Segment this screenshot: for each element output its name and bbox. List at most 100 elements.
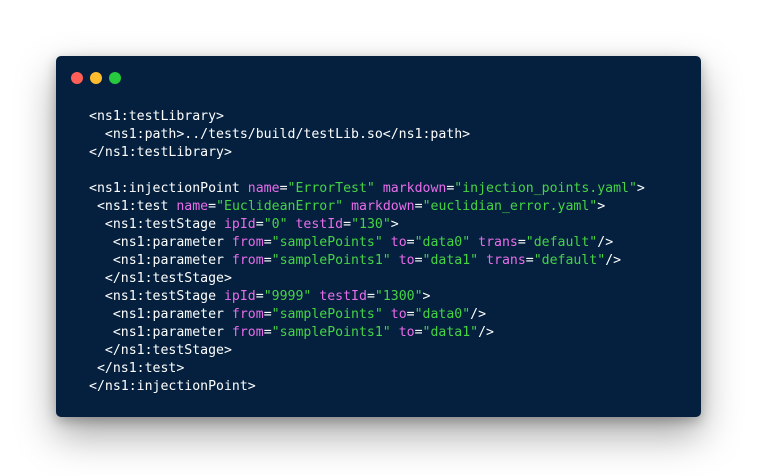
- code-line: <ns1:parameter from="samplePoints1" to="…: [89, 324, 645, 342]
- code-window: <ns1:testLibrary> <ns1:path>../tests/bui…: [56, 56, 701, 417]
- code-attribute-token: trans: [478, 235, 518, 250]
- code-tag-token: <ns1:testStage: [104, 217, 224, 232]
- code-line: <ns1:parameter from="samplePoints" to="d…: [89, 234, 645, 252]
- code-attribute-token: ipId: [223, 289, 256, 304]
- code-value-token: "ErrorTest": [287, 181, 375, 196]
- code-equals-token: =: [517, 235, 526, 250]
- code-tag-token: [383, 307, 391, 322]
- code-equals-token: =: [255, 217, 264, 232]
- code-value-token: "data1": [422, 253, 479, 268]
- code-value-token: "9999": [263, 289, 312, 304]
- code-line: </ns1:testStage>: [89, 270, 645, 288]
- code-attribute-token: testId: [319, 289, 367, 304]
- code-tag-token: </ns1:injectionPoint>: [89, 379, 256, 394]
- code-value-token: "injection_points.yaml": [454, 181, 637, 196]
- code-line: </ns1:test>: [89, 360, 645, 378]
- code-equals-token: =: [263, 235, 272, 250]
- code-tag-token: />: [597, 235, 614, 250]
- code-tag-token: <ns1:testStage: [104, 289, 224, 304]
- code-tag-token: <ns1:parameter: [112, 235, 232, 250]
- code-tag-token: <ns1:path>../tests/build/testLib.so</ns1…: [104, 127, 471, 142]
- code-attribute-token: from: [231, 307, 264, 322]
- code-value-token: "EuclideanError": [216, 199, 344, 214]
- code-attribute-token: name: [176, 199, 209, 214]
- code-equals-token: =: [255, 289, 264, 304]
- code-tag-token: <ns1:parameter: [112, 253, 232, 268]
- code-value-token: "samplePoints1": [271, 253, 391, 268]
- code-line: <ns1:testLibrary>: [89, 108, 645, 126]
- code-equals-token: =: [366, 289, 375, 304]
- code-attribute-token: markdown: [382, 181, 447, 196]
- code-value-token: "data1": [422, 325, 479, 340]
- code-tag-token: >: [636, 181, 645, 196]
- code-value-token: "0": [263, 217, 288, 232]
- code-attribute-token: name: [247, 181, 280, 196]
- code-tag-token: <ns1:injectionPoint: [89, 181, 248, 196]
- code-value-token: "default": [525, 235, 598, 250]
- code-equals-token: =: [414, 253, 423, 268]
- minimize-button[interactable]: [90, 72, 102, 84]
- code-line: </ns1:testLibrary>: [89, 144, 645, 162]
- code-attribute-token: testId: [295, 217, 344, 232]
- code-attribute-token: from: [231, 235, 264, 250]
- code-tag-token: <ns1:parameter: [112, 325, 232, 340]
- code-value-token: "samplePoints1": [271, 325, 391, 340]
- code-line: <ns1:path>../tests/build/testLib.so</ns1…: [89, 126, 645, 144]
- code-tag-token: </ns1:testStage>: [104, 271, 232, 286]
- code-equals-token: =: [279, 181, 288, 196]
- code-equals-token: =: [208, 199, 217, 214]
- code-tag-token: [391, 253, 399, 268]
- code-line: </ns1:injectionPoint>: [89, 378, 645, 396]
- code-equals-token: =: [263, 307, 272, 322]
- code-equals-token: =: [406, 307, 415, 322]
- code-attribute-token: to: [390, 307, 407, 322]
- code-tag-token: >: [422, 289, 431, 304]
- code-value-token: "euclidian_error.yaml": [422, 199, 598, 214]
- code-attribute-token: from: [231, 253, 264, 268]
- code-tag-token: [383, 235, 391, 250]
- code-tag-token: <ns1:parameter: [112, 307, 232, 322]
- code-attribute-token: from: [231, 325, 264, 340]
- code-tag-token: [478, 253, 486, 268]
- window-controls: [71, 72, 121, 84]
- code-tag-token: />: [470, 307, 487, 322]
- code-tag-token: <ns1:test: [96, 199, 177, 214]
- code-tag-token: [375, 181, 383, 196]
- maximize-button[interactable]: [109, 72, 121, 84]
- code-line: <ns1:test name="EuclideanError" markdown…: [89, 198, 645, 216]
- code-line: <ns1:parameter from="samplePoints1" to="…: [89, 252, 645, 270]
- code-equals-token: =: [414, 199, 423, 214]
- code-line: <ns1:testStage ipId="0" testId="130">: [89, 216, 645, 234]
- code-tag-token: [343, 199, 351, 214]
- code-equals-token: =: [263, 253, 272, 268]
- code-tag-token: />: [478, 325, 494, 340]
- code-attribute-token: trans: [486, 253, 526, 268]
- code-tag-token: </ns1:testLibrary>: [89, 145, 232, 160]
- code-line: </ns1:testStage>: [89, 342, 645, 360]
- code-tag-token: >: [597, 199, 606, 214]
- code-tag-token: </ns1:testStage>: [104, 343, 232, 358]
- code-tag-token: >: [390, 217, 399, 232]
- code-equals-token: =: [525, 253, 534, 268]
- code-equals-token: =: [343, 217, 352, 232]
- code-value-token: "samplePoints": [271, 235, 383, 250]
- code-equals-token: =: [414, 325, 423, 340]
- code-attribute-token: to: [390, 235, 407, 250]
- code-value-token: "data0": [414, 235, 471, 250]
- code-tag-token: />: [605, 253, 622, 268]
- code-tag-token: </ns1:test>: [96, 361, 185, 376]
- code-tag-token: <ns1:testLibrary>: [89, 109, 224, 124]
- code-value-token: "130": [351, 217, 391, 232]
- code-equals-token: =: [406, 235, 415, 250]
- code-equals-token: =: [263, 325, 272, 340]
- code-line: <ns1:injectionPoint name="ErrorTest" mar…: [89, 180, 645, 198]
- code-value-token: "default": [533, 253, 606, 268]
- close-button[interactable]: [71, 72, 83, 84]
- code-line: <ns1:parameter from="samplePoints" to="d…: [89, 306, 645, 324]
- code-attribute-token: ipId: [223, 217, 256, 232]
- code-tag-token: [391, 325, 399, 340]
- code-attribute-token: markdown: [351, 199, 415, 214]
- code-line: <ns1:testStage ipId="9999" testId="1300"…: [89, 288, 645, 306]
- code-value-token: "samplePoints": [271, 307, 383, 322]
